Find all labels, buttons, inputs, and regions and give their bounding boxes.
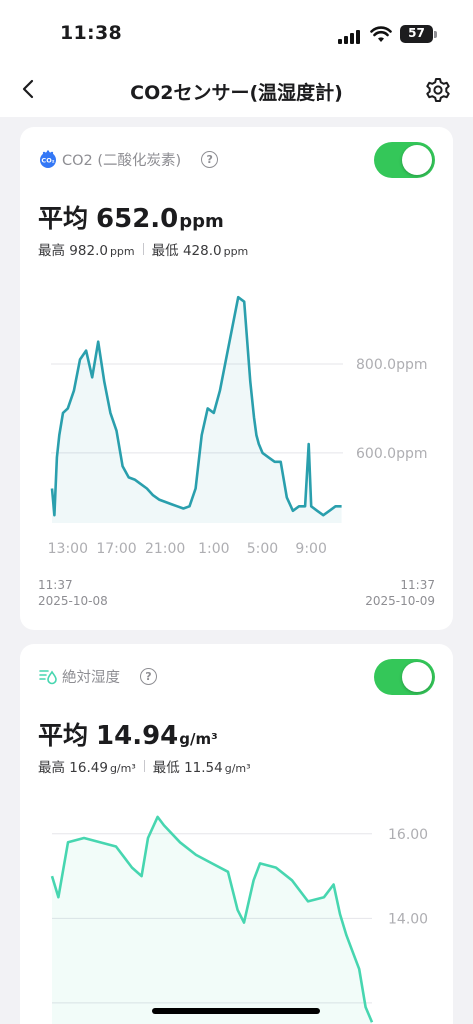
y-tick-label: 16.00: [388, 827, 428, 843]
end-timestamp: 11:37 2025-10-09: [365, 577, 435, 609]
help-icon[interactable]: ?: [201, 150, 219, 168]
svg-text:CO₂: CO₂: [41, 157, 54, 165]
average-unit: g/m³: [179, 730, 218, 748]
battery-cap: [434, 31, 437, 38]
y-tick-label: 800.0ppm: [356, 357, 428, 373]
start-time: 11:37: [38, 578, 73, 592]
x-tick-label: 21:00: [145, 541, 185, 557]
status-time: 11:38: [60, 22, 122, 44]
max-unit: g/m³: [109, 762, 136, 775]
humidity-label: 絶対湿度: [62, 669, 120, 686]
co2-chart: 600.0ppm 800.0ppm 13:00 17:00 21:00 1:00 5:00 9…: [48, 295, 428, 557]
x-tick-label: 9:00: [295, 541, 326, 557]
min-value: 11.54: [184, 760, 223, 776]
x-tick-label: 17:00: [96, 541, 136, 557]
co2-label: CO2 (二酸化炭素): [62, 152, 182, 169]
average-value: 14.94: [96, 721, 179, 751]
min-value: 428.0: [182, 243, 222, 259]
min-label: 最低: [152, 760, 180, 776]
home-indicator: [152, 1008, 320, 1014]
wifi-icon: [370, 26, 392, 42]
battery-icon: 57: [400, 25, 433, 43]
humidity-min-max: 最高 16.49 g/m³ 最低 11.54 g/m³: [38, 756, 251, 776]
chevron-left-icon[interactable]: [14, 74, 44, 104]
max-label: 最高: [38, 760, 65, 776]
average-label: 平均: [38, 204, 89, 233]
series-area: [52, 297, 342, 523]
average-value: 652.0: [96, 204, 179, 234]
end-date: 2025-10-09: [365, 594, 435, 608]
max-unit: ppm: [109, 245, 135, 258]
co2-average: 平均 652.0 ppm: [38, 199, 224, 235]
max-label: 最高: [38, 243, 65, 259]
status-bar: 11:38 57: [0, 0, 473, 62]
average-unit: ppm: [179, 211, 224, 232]
min-label: 最低: [151, 243, 179, 259]
help-icon[interactable]: ?: [140, 667, 157, 685]
co2-card-header: CO₂ CO2 (二酸化炭素) ?: [38, 147, 219, 171]
max-value: 16.49: [69, 760, 108, 776]
co2-min-max: 最高 982.0 ppm 最低 428.0 ppm: [38, 239, 248, 259]
humidity-chart: 14.00 16.00: [50, 815, 428, 1024]
battery-level-text: 57: [408, 26, 425, 40]
co2-toggle[interactable]: [374, 142, 435, 178]
toggle-knob: [402, 662, 432, 692]
divider: [143, 760, 145, 772]
gear-icon[interactable]: [424, 76, 452, 104]
nav-bar: CO2センサー(温湿度計): [0, 62, 473, 117]
humidity-average: 平均 14.94 g/m³: [38, 716, 218, 752]
start-date: 2025-10-08: [38, 594, 108, 608]
y-tick-label: 600.0ppm: [356, 446, 428, 462]
co2-card: CO₂ CO2 (二酸化炭素) ? 平均 652.0 ppm 最高 982.0 p…: [20, 127, 453, 630]
humidity-card: 絶対湿度 ? 平均 14.94 g/m³ 最高 16.49 g/m³ 最低 11.…: [20, 644, 453, 1024]
end-time: 11:37: [400, 578, 435, 592]
average-label: 平均: [38, 721, 89, 750]
cellular-signal-icon: [338, 28, 362, 44]
humidity-drop-icon: [39, 670, 57, 685]
humidity-card-header: 絶対湿度 ?: [38, 664, 157, 688]
min-unit: ppm: [223, 245, 249, 258]
start-timestamp: 11:37 2025-10-08: [38, 577, 108, 609]
divider: [142, 243, 144, 255]
humidity-toggle[interactable]: [374, 659, 435, 695]
min-unit: g/m³: [224, 762, 251, 775]
x-tick-label: 13:00: [48, 541, 88, 557]
x-tick-label: 5:00: [247, 541, 278, 557]
series-area: [52, 816, 372, 1024]
y-tick-label: 14.00: [388, 911, 428, 927]
page-title: CO2センサー(温湿度計): [130, 82, 343, 104]
x-tick-label: 1:00: [198, 541, 229, 557]
toggle-knob: [402, 145, 432, 175]
co2-cloud-icon: CO₂: [40, 150, 56, 168]
max-value: 982.0: [69, 243, 108, 259]
